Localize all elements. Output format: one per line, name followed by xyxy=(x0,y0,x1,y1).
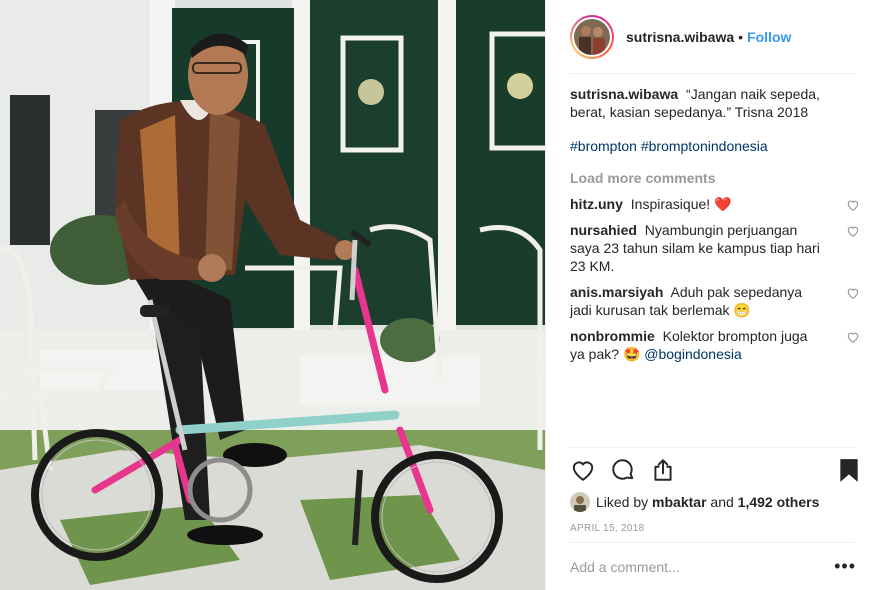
likes-prefix: Liked by xyxy=(596,494,649,510)
comment-emoji: 😁 xyxy=(733,302,751,318)
post-date: April 15, 2018 xyxy=(570,523,645,534)
comment-username[interactable]: anis.marsiyah xyxy=(570,284,663,300)
more-options-button[interactable]: ••• xyxy=(834,557,856,575)
comment-item: nursahied Nyambungin perjuangan saya 23 … xyxy=(570,221,859,275)
author-avatar-image xyxy=(574,19,610,55)
post-header: sutrisna.wibawa • Follow xyxy=(546,0,871,74)
hashtag-link[interactable]: #bromptonindonesia xyxy=(641,138,768,154)
likes-count-link[interactable]: 1,492 others xyxy=(738,494,820,510)
add-comment-divider xyxy=(570,542,855,543)
instagram-post: sutrisna.wibawa • Follow sutrisna.wibawa… xyxy=(0,0,871,590)
load-more-comments-button[interactable]: Load more comments xyxy=(570,169,856,187)
comments-list: sutrisna.wibawa “Jangan naik sepeda, ber… xyxy=(570,85,859,371)
heart-icon[interactable] xyxy=(570,457,596,483)
liker-avatar[interactable] xyxy=(570,492,590,512)
comment-username[interactable]: nonbrommie xyxy=(570,328,655,344)
hashtag-link[interactable]: #brompton xyxy=(570,138,637,154)
post-actions-bar xyxy=(570,455,871,489)
likes-summary: Liked by mbaktar and 1,492 others xyxy=(570,490,819,514)
add-comment-bar: ••• xyxy=(570,557,856,581)
comment-like-heart-icon[interactable] xyxy=(846,286,860,300)
share-icon[interactable] xyxy=(650,457,676,483)
follow-button[interactable]: Follow xyxy=(747,29,791,45)
photo-man-with-folding-bike xyxy=(0,0,545,590)
comment-icon[interactable] xyxy=(610,457,636,483)
liker-username[interactable]: mbaktar xyxy=(652,494,706,510)
comment-text: Inspirasique! xyxy=(630,196,711,212)
comment-username[interactable]: nursahied xyxy=(570,222,637,238)
comment-like-heart-icon[interactable] xyxy=(846,224,860,238)
comment-mention-link[interactable]: @bogindonesia xyxy=(644,346,742,362)
bookmark-icon[interactable] xyxy=(836,457,862,483)
comment-emoji: ❤️ xyxy=(714,196,732,212)
comment-like-heart-icon[interactable] xyxy=(846,198,860,212)
comment-item: anis.marsiyah Aduh pak sepedanya jadi ku… xyxy=(570,283,859,319)
caption-username[interactable]: sutrisna.wibawa xyxy=(570,86,678,102)
post-caption: sutrisna.wibawa “Jangan naik sepeda, ber… xyxy=(570,85,856,121)
comment-item: hitz.uny Inspirasique! ❤️ xyxy=(570,195,859,213)
caption-hashtags: #brompton #bromptonindonesia xyxy=(570,137,856,155)
comment-emoji: 🤩 xyxy=(622,346,641,362)
comment-like-heart-icon[interactable] xyxy=(846,330,860,344)
header-separator: • xyxy=(738,29,744,45)
post-side-panel: sutrisna.wibawa • Follow sutrisna.wibawa… xyxy=(545,0,871,590)
comment-item: nonbrommie Kolektor brompton juga ya pak… xyxy=(570,327,859,363)
author-username[interactable]: sutrisna.wibawa xyxy=(626,29,734,45)
actions-divider xyxy=(570,447,855,448)
likes-joiner: and xyxy=(710,494,734,510)
comment-username[interactable]: hitz.uny xyxy=(570,196,623,212)
add-comment-input[interactable] xyxy=(570,559,810,575)
author-avatar[interactable] xyxy=(570,15,614,59)
header-divider xyxy=(570,73,856,74)
post-photo[interactable] xyxy=(0,0,545,590)
